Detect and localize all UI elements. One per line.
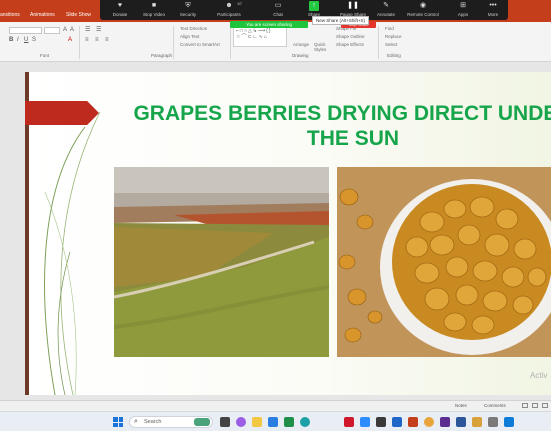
screen-sharing-banner: You are screen sharing: [230, 21, 308, 28]
normal-view-icon[interactable]: [522, 403, 528, 408]
shrink-font-icon[interactable]: A: [70, 27, 74, 34]
new-share-tooltip: New Share (Alt+Shift+S): [312, 16, 370, 25]
slide-title[interactable]: GRAPES BERRIES DRYING DIRECT UNDER THE S…: [118, 101, 551, 151]
shape-outline-button[interactable]: Shape Outline: [336, 34, 365, 39]
font-color-icon[interactable]: A: [68, 37, 72, 44]
convert-smartart-button[interactable]: Convert to SmartArt: [180, 42, 220, 47]
store-icon[interactable]: [504, 417, 514, 427]
share-arrow-icon: ↑: [309, 1, 319, 11]
font-size-box[interactable]: [44, 27, 60, 34]
apps-icon: ⊞: [460, 2, 466, 9]
ribbon-separator: [378, 26, 379, 59]
strikethrough-icon[interactable]: S: [32, 37, 36, 44]
bullets-icon[interactable]: ☰: [85, 27, 90, 34]
outlook-icon[interactable]: [456, 417, 466, 427]
apps-button[interactable]: ⊞ Apps: [447, 0, 479, 20]
search-icon: ⌕: [134, 418, 138, 425]
settings-icon[interactable]: [488, 417, 498, 427]
group-label-font: Font: [40, 53, 50, 58]
slide-sorter-icon[interactable]: [532, 403, 538, 408]
comments-button[interactable]: Comments: [484, 403, 506, 408]
ribbon: A A B I U S A ☰ ☰ ≡ ≡ ≡ Text Direction A…: [0, 22, 551, 62]
participants-button[interactable]: ☻ 67 Participants: [212, 0, 246, 20]
heart-icon: ♥: [117, 2, 123, 9]
find-button[interactable]: Find: [385, 26, 394, 31]
mouse-icon: ◉: [419, 2, 427, 9]
title-arrow-shape: [25, 101, 99, 125]
security-button[interactable]: ⛨ Security: [172, 0, 204, 20]
chat-icon: ▭: [274, 2, 282, 9]
zoom-meeting-toolbar: ♥ Donate ■ Stop Video ⛨ Security ☻ 67 Pa…: [100, 0, 508, 20]
group-label-paragraph: Paragraph: [151, 53, 173, 58]
group-label-drawing: Drawing: [292, 53, 309, 58]
copilot-icon[interactable]: [236, 417, 246, 427]
activate-windows-watermark: Activ: [530, 371, 548, 380]
onenote-icon[interactable]: [440, 417, 450, 427]
more-button[interactable]: ••• More: [477, 0, 509, 20]
screen: ansitions Animations Slide Show A A B I …: [0, 0, 551, 431]
mail-icon[interactable]: [268, 417, 278, 427]
reading-view-icon[interactable]: [542, 403, 548, 408]
drying-field-photo[interactable]: [114, 167, 329, 357]
taskbar: ⌕ Search: [0, 411, 551, 431]
raisins-bowl-photo[interactable]: [337, 167, 551, 357]
taskbar-search-box[interactable]: ⌕ Search: [129, 416, 213, 428]
italic-icon[interactable]: I: [17, 37, 19, 44]
stop-video-button[interactable]: ■ Stop Video: [138, 0, 170, 20]
search-placeholder: Search: [144, 419, 162, 425]
drying-field-image: [114, 167, 329, 357]
task-view-icon[interactable]: [220, 417, 230, 427]
shapes-gallery[interactable]: ⌐□○△↳⟶{}☆⌒⊂∟∿⌂: [233, 27, 287, 47]
status-bar: Notes Comments: [0, 400, 551, 411]
app-icon[interactable]: [376, 417, 386, 427]
raisins-bowl-image: [337, 167, 551, 357]
file-explorer-icon[interactable]: [252, 417, 262, 427]
arrange-button[interactable]: Arrange: [293, 42, 309, 47]
windows-start-icon[interactable]: [113, 417, 123, 427]
text-direction-button[interactable]: Text Direction: [180, 26, 207, 31]
tab-animations[interactable]: Animations: [30, 12, 55, 18]
camera-icon: ■: [151, 2, 157, 9]
align-center-icon[interactable]: ≡: [95, 37, 99, 44]
group-label-editing: Editing: [387, 53, 401, 58]
quick-styles-button[interactable]: Quick Styles: [314, 42, 328, 52]
excel-icon[interactable]: [284, 417, 294, 427]
powerpoint-icon[interactable]: [408, 417, 418, 427]
zoom-icon[interactable]: [360, 417, 370, 427]
notes-button[interactable]: Notes: [455, 403, 467, 408]
ribbon-separator: [79, 26, 80, 59]
align-left-icon[interactable]: ≡: [85, 37, 89, 44]
donate-button[interactable]: ♥ Donate: [104, 0, 136, 20]
annotate-button[interactable]: ✎ Annotate: [370, 0, 402, 20]
netflix-icon[interactable]: [344, 417, 354, 427]
shield-icon: ⛨: [185, 2, 191, 9]
replace-button[interactable]: Replace: [385, 34, 402, 39]
word-icon[interactable]: [392, 417, 402, 427]
select-button[interactable]: Select: [385, 42, 398, 47]
numbering-icon[interactable]: ☰: [96, 27, 101, 34]
grow-font-icon[interactable]: A: [63, 27, 67, 34]
align-text-button[interactable]: Align Text: [180, 34, 199, 39]
tab-slide-show[interactable]: Slide Show: [66, 12, 91, 18]
pen-icon: ✎: [383, 2, 389, 9]
align-right-icon[interactable]: ≡: [105, 37, 109, 44]
font-name-box[interactable]: [9, 27, 42, 34]
chrome-icon[interactable]: [424, 417, 434, 427]
pause-icon: ❚❚: [347, 2, 359, 9]
tab-transitions[interactable]: ansitions: [0, 12, 20, 18]
ribbon-separator: [230, 26, 231, 59]
search-highlight-icon: [194, 418, 210, 426]
dots-icon: •••: [489, 2, 497, 9]
underline-icon[interactable]: U: [24, 37, 28, 44]
ribbon-separator: [173, 26, 174, 59]
bold-icon[interactable]: B: [9, 37, 13, 44]
chat-button[interactable]: ▭ Chat: [262, 0, 294, 20]
shape-effects-button[interactable]: Shape Effects: [336, 42, 364, 47]
folder-icon[interactable]: [472, 417, 482, 427]
remote-control-button[interactable]: ◉ Remote Control: [405, 0, 441, 20]
edge-icon[interactable]: [300, 417, 310, 427]
